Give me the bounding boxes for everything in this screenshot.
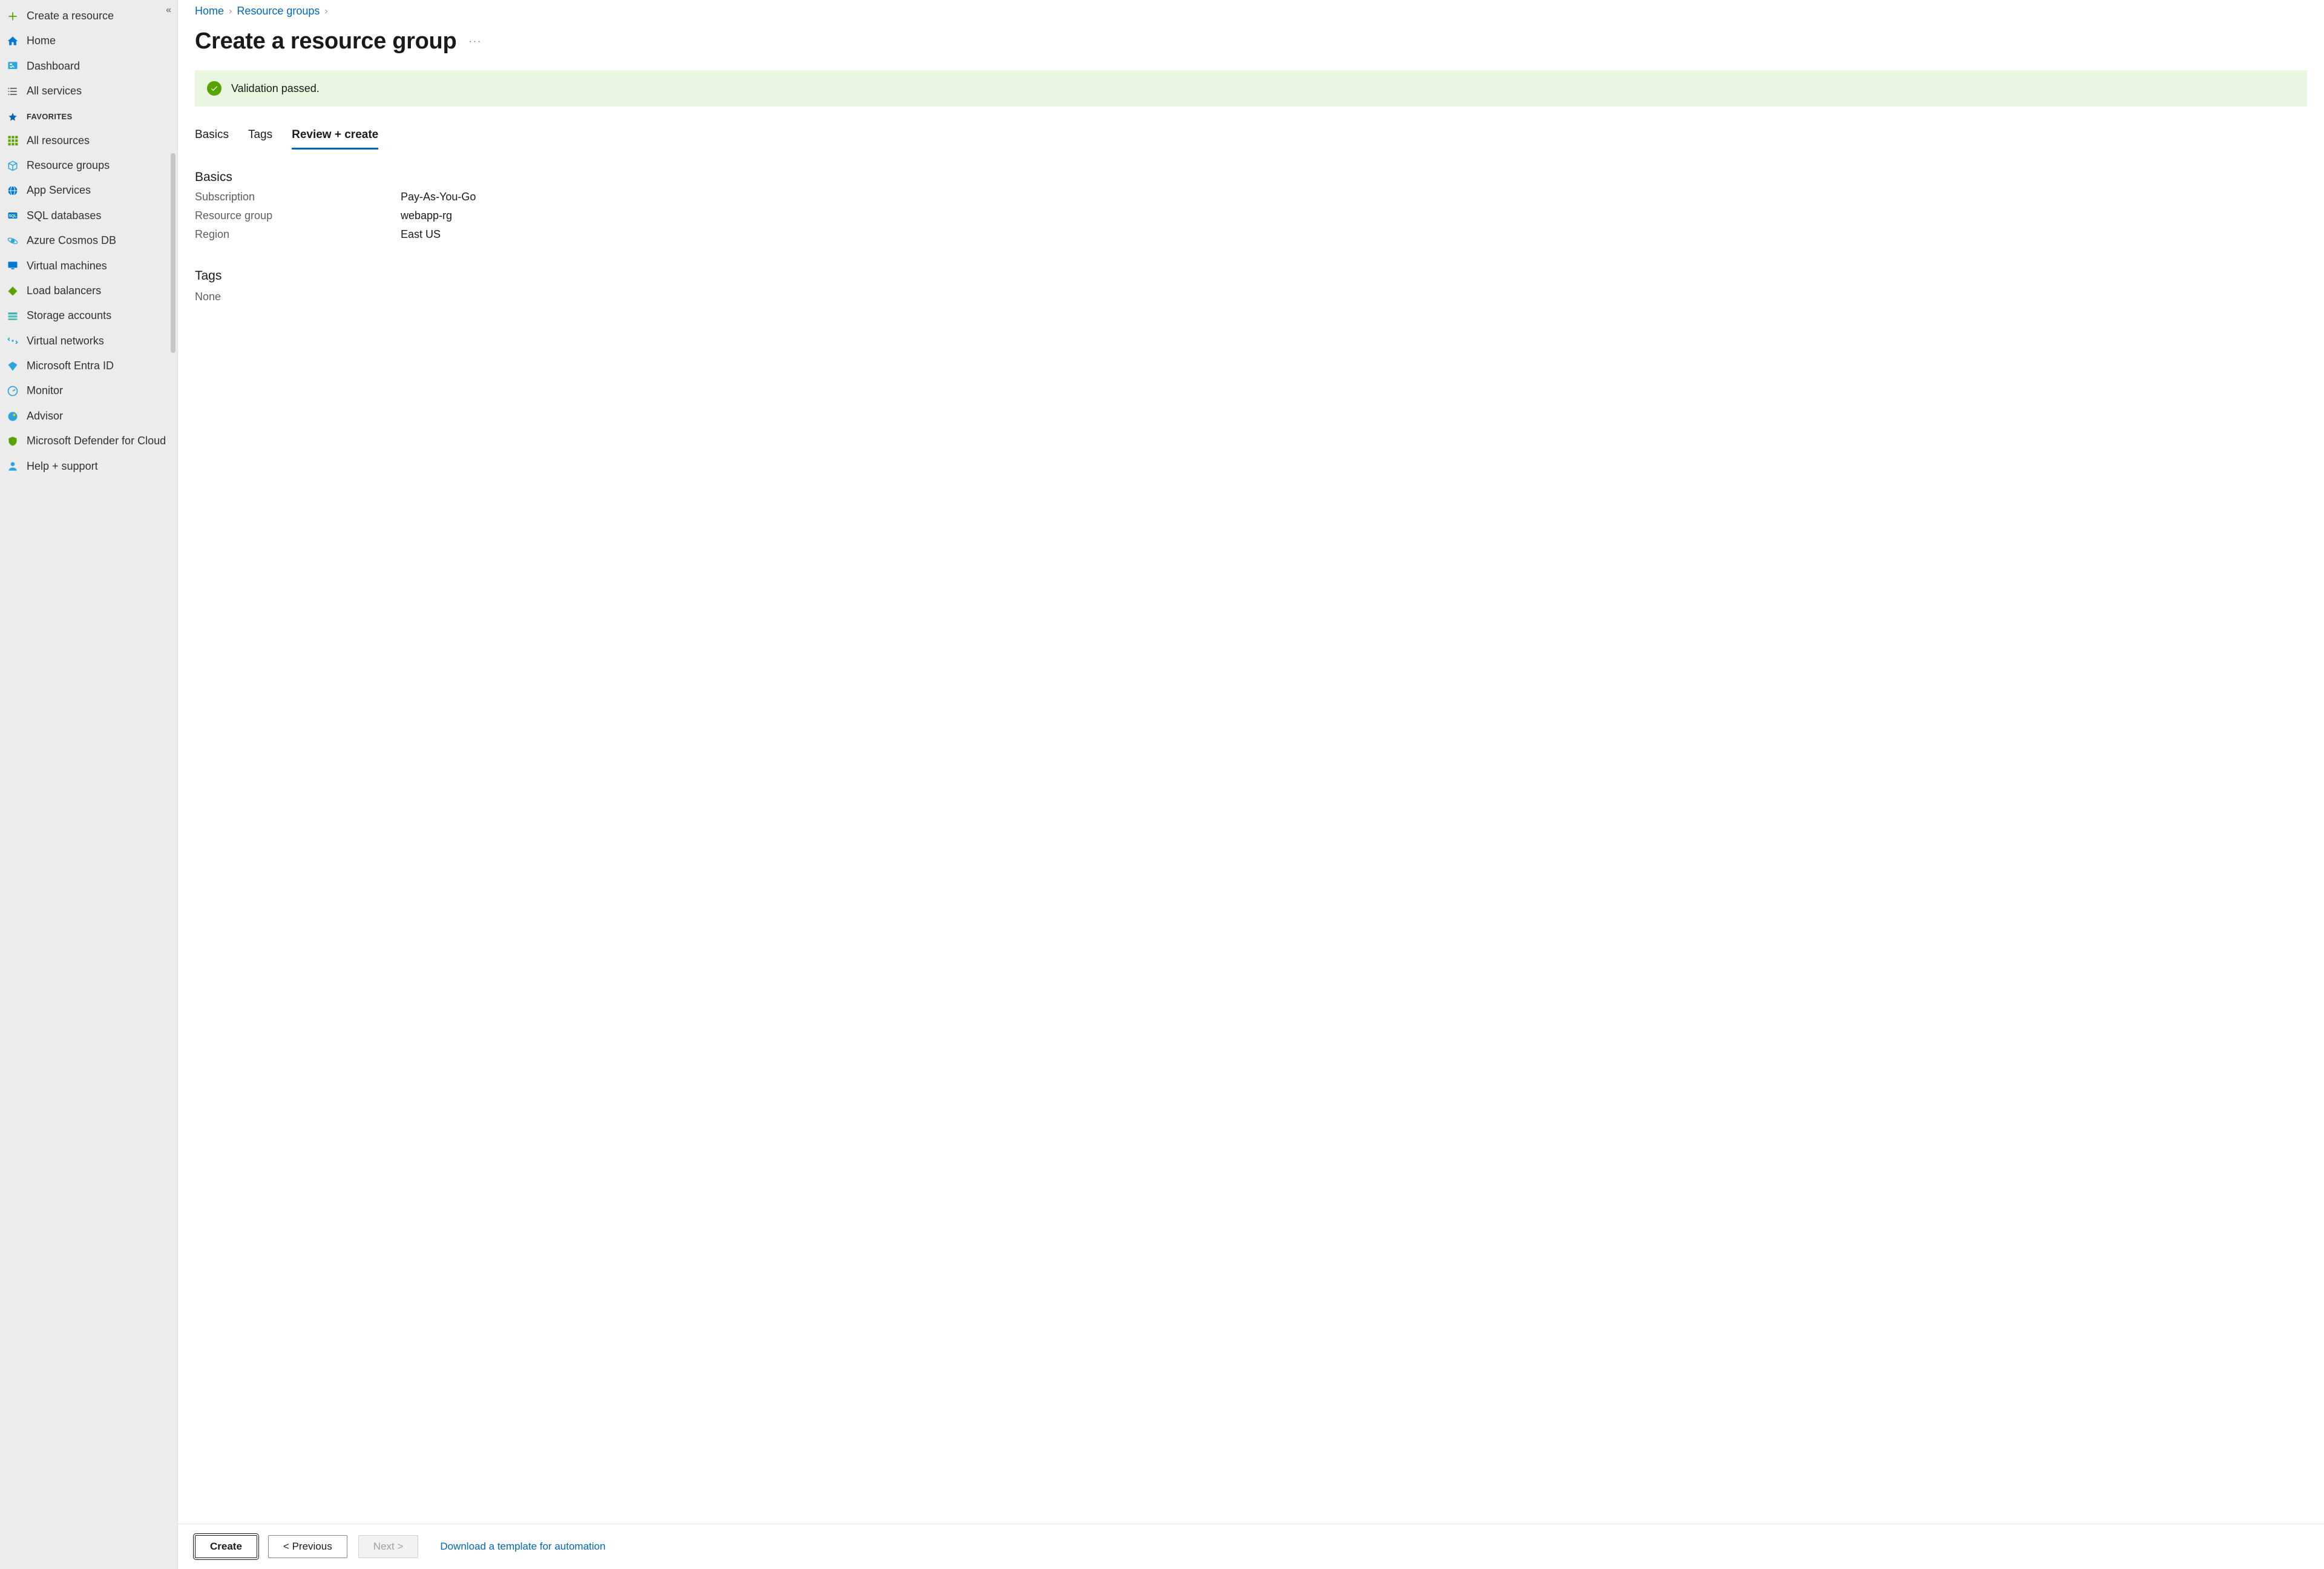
tab-review-create[interactable]: Review + create	[292, 125, 378, 150]
sidebar-item-advisor[interactable]: Advisor	[0, 404, 177, 429]
validation-banner: Validation passed.	[195, 70, 2307, 107]
main-content: Home › Resource groups › Create a resour…	[178, 0, 2324, 1569]
breadcrumb: Home › Resource groups ›	[195, 5, 2307, 18]
sidebar-item-all-services[interactable]: All services	[0, 79, 177, 104]
sidebar-item-label: Dashboard	[27, 59, 170, 73]
tags-value: None	[195, 291, 2307, 303]
sidebar-item-label: Microsoft Entra ID	[27, 359, 170, 373]
sidebar-item-label: Virtual networks	[27, 334, 170, 348]
previous-button[interactable]: < Previous	[268, 1535, 347, 1558]
sidebar-scrollbar-thumb[interactable]	[171, 153, 176, 353]
sidebar-item-app-services[interactable]: App Services	[0, 178, 177, 203]
sidebar-item-home[interactable]: Home	[0, 28, 177, 53]
plus-icon	[6, 10, 19, 23]
review-row-key: Resource group	[195, 209, 401, 222]
sidebar-item-microsoft-entra-id[interactable]: Microsoft Entra ID	[0, 354, 177, 378]
home-icon	[6, 35, 19, 48]
grid-icon	[6, 134, 19, 147]
review-row-value: East US	[401, 228, 441, 241]
sql-icon: SQL	[6, 209, 19, 222]
sidebar-item-label: SQL databases	[27, 209, 170, 223]
check-circle-icon	[207, 81, 222, 96]
page-title: Create a resource group	[195, 28, 456, 54]
sidebar-item-sql-databases[interactable]: SQL SQL databases	[0, 203, 177, 228]
sidebar-item-label: Home	[27, 34, 170, 48]
entra-icon	[6, 360, 19, 373]
sidebar-item-create-a-resource[interactable]: Create a resource	[0, 4, 177, 28]
sidebar-item-monitor[interactable]: Monitor	[0, 378, 177, 403]
sidebar-item-azure-cosmos-db[interactable]: Azure Cosmos DB	[0, 228, 177, 253]
more-actions-button[interactable]: ···	[468, 36, 482, 47]
create-button[interactable]: Create	[195, 1535, 257, 1558]
review-row-value: Pay-As-You-Go	[401, 191, 476, 203]
sidebar-item-label: Azure Cosmos DB	[27, 234, 170, 248]
dashboard-icon	[6, 59, 19, 73]
next-button: Next >	[358, 1535, 419, 1558]
footer: Create < Previous Next > Download a temp…	[178, 1524, 2324, 1569]
tab-tags[interactable]: Tags	[248, 125, 272, 150]
sidebar-item-label: Monitor	[27, 384, 170, 398]
cosmos-icon	[6, 234, 19, 248]
sidebar-item-label: All services	[27, 84, 170, 98]
sidebar-item-resource-groups[interactable]: Resource groups	[0, 153, 177, 178]
sidebar-item-label: Storage accounts	[27, 309, 170, 323]
breadcrumb-home[interactable]: Home	[195, 5, 224, 18]
review-row: RegionEast US	[195, 228, 2307, 241]
tags-section-title: Tags	[195, 269, 2307, 283]
diamond-icon	[6, 285, 19, 298]
advisor-icon	[6, 410, 19, 423]
sidebar-item-label: Load balancers	[27, 284, 170, 298]
favorites-header: FAVORITES	[0, 104, 177, 128]
review-row-value: webapp-rg	[401, 209, 452, 222]
star-icon	[6, 110, 19, 123]
download-template-link[interactable]: Download a template for automation	[440, 1541, 605, 1553]
monitor-icon	[6, 259, 19, 272]
chevron-right-icon: ›	[229, 6, 232, 17]
review-row: SubscriptionPay-As-You-Go	[195, 191, 2307, 203]
sidebar-item-label: Create a resource	[27, 9, 170, 23]
sidebar: « Create a resource Home Dashboard All serv…	[0, 0, 178, 1569]
svg-text:SQL: SQL	[9, 214, 17, 219]
sidebar-item-load-balancers[interactable]: Load balancers	[0, 278, 177, 303]
review-row-key: Region	[195, 228, 401, 241]
vnet-icon	[6, 334, 19, 347]
sidebar-item-label: Microsoft Defender for Cloud	[27, 434, 170, 448]
review-row-key: Subscription	[195, 191, 401, 203]
review-row: Resource groupwebapp-rg	[195, 209, 2307, 222]
sidebar-item-label: All resources	[27, 134, 170, 148]
sidebar-item-all-resources[interactable]: All resources	[0, 128, 177, 153]
sidebar-item-dashboard[interactable]: Dashboard	[0, 54, 177, 79]
globe-icon	[6, 184, 19, 197]
sidebar-item-label: Virtual machines	[27, 259, 170, 273]
sidebar-item-label: Help + support	[27, 459, 170, 473]
sidebar-item-storage-accounts[interactable]: Storage accounts	[0, 303, 177, 328]
cube-outline-icon	[6, 159, 19, 173]
basics-section-title: Basics	[195, 170, 2307, 185]
sidebar-item-microsoft-defender-for-cloud[interactable]: Microsoft Defender for Cloud	[0, 429, 177, 453]
sidebar-item-virtual-machines[interactable]: Virtual machines	[0, 254, 177, 278]
tab-basics[interactable]: Basics	[195, 125, 229, 150]
breadcrumb-resource-groups[interactable]: Resource groups	[237, 5, 320, 18]
validation-message: Validation passed.	[231, 82, 320, 95]
sidebar-item-help-support[interactable]: Help + support	[0, 454, 177, 479]
support-icon	[6, 459, 19, 473]
sidebar-item-label: App Services	[27, 183, 170, 197]
favorites-label: FAVORITES	[27, 112, 72, 121]
shield-icon	[6, 435, 19, 448]
tabs: Basics Tags Review + create	[195, 125, 2307, 150]
sidebar-item-label: Advisor	[27, 409, 170, 423]
collapse-sidebar-button[interactable]: «	[166, 5, 171, 16]
storage-icon	[6, 309, 19, 323]
sidebar-item-virtual-networks[interactable]: Virtual networks	[0, 329, 177, 354]
list-icon	[6, 85, 19, 98]
sidebar-item-label: Resource groups	[27, 159, 170, 173]
chevron-right-icon: ›	[324, 6, 327, 17]
gauge-icon	[6, 384, 19, 398]
